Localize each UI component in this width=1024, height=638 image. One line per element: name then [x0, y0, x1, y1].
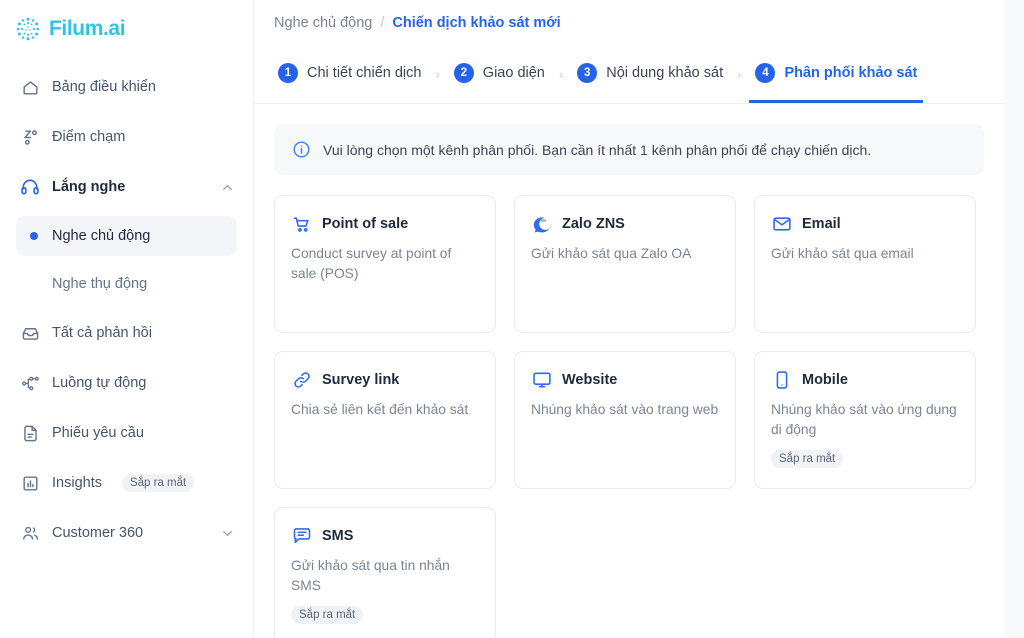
status-badge: Sắp ra mắt	[291, 606, 364, 624]
channel-title: Website	[562, 372, 618, 388]
breadcrumb-parent[interactable]: Nghe chủ động	[274, 15, 372, 31]
channel-card-sms[interactable]: SMS Gửi khảo sát qua tin nhắn SMS Sắp ra…	[274, 507, 496, 638]
sidebar-nav: Bảng điều khiển Điểm chạm Lắng nghe Nghe…	[0, 58, 253, 554]
channel-description: Conduct survey at point of sale (POS)	[291, 246, 452, 281]
sidebar-subitem-label: Nghe thụ động	[52, 276, 148, 292]
step-number: 1	[278, 63, 298, 83]
channel-card-email[interactable]: Email Gửi khảo sát qua email	[754, 195, 976, 333]
sidebar-item-label: Bảng điều khiển	[52, 79, 156, 95]
channel-card-point-of-sale[interactable]: Point of sale Conduct survey at point of…	[274, 195, 496, 333]
logo-text: Filum.ai	[49, 17, 126, 40]
step-4-survey-distribution[interactable]: 4 Phân phối khảo sát	[749, 46, 924, 103]
chart-icon	[20, 473, 40, 493]
channel-description: Nhúng khảo sát vào trang web	[531, 402, 719, 417]
step-number: 4	[755, 63, 776, 83]
channel-title: Email	[802, 216, 841, 232]
shopping-cart-icon	[291, 213, 313, 235]
logo[interactable]: Filum.ai	[0, 0, 253, 58]
sidebar-item-tickets[interactable]: Phiếu yêu cầu	[8, 412, 245, 454]
breadcrumb: Nghe chủ động / Chiến dịch khảo sát mới	[254, 0, 1004, 46]
sidebar-item-label: Customer 360	[52, 525, 144, 541]
smartphone-icon	[771, 369, 793, 391]
sidebar-item-listening[interactable]: Lắng nghe	[8, 166, 245, 208]
active-dot-icon	[30, 232, 38, 240]
sidebar-item-insights[interactable]: Insights Sắp ra mắt	[8, 462, 245, 504]
channel-card-grid: Point of sale Conduct survey at point of…	[274, 195, 984, 638]
topbar: Nghe chủ động / Chiến dịch khảo sát mới …	[254, 0, 1004, 104]
inactive-dot-icon	[30, 280, 38, 288]
workflow-icon	[20, 373, 40, 393]
step-number: 3	[577, 63, 598, 83]
sidebar-item-customer360[interactable]: Customer 360	[8, 512, 245, 554]
channel-description: Gửi khảo sát qua tin nhắn SMS	[291, 558, 450, 593]
step-label: Chi tiết chiến dịch	[307, 65, 422, 81]
info-banner: Vui lòng chọn một kênh phân phối. Bạn cầ…	[274, 124, 984, 175]
sidebar-item-label: Luồng tự động	[52, 375, 147, 391]
breadcrumb-current: Chiến dịch khảo sát mới	[392, 15, 561, 31]
channel-card-zalo-zns[interactable]: Zalo Zalo ZNS Gửi khảo sát qua Zalo OA	[514, 195, 736, 333]
filum-logo-icon	[14, 15, 42, 43]
sidebar-item-dashboard[interactable]: Bảng điều khiển	[8, 66, 245, 108]
message-icon	[291, 525, 313, 547]
sidebar-item-label: Lắng nghe	[52, 179, 126, 195]
sidebar: Filum.ai Bảng điều khiển Điểm chạm Lắng	[0, 0, 254, 638]
sidebar-subitem-label: Nghe chủ động	[52, 228, 151, 244]
channel-title: Survey link	[322, 372, 400, 388]
zalo-icon: Zalo	[531, 213, 553, 235]
home-icon	[20, 77, 40, 97]
channel-description: Chia sẻ liên kết đến khảo sát	[291, 402, 469, 417]
touchpoint-icon	[20, 127, 40, 147]
sidebar-item-passive-listening[interactable]: Nghe thụ động	[16, 264, 237, 304]
channel-description: Gửi khảo sát qua Zalo OA	[531, 246, 692, 261]
chevron-down-icon[interactable]	[220, 526, 235, 541]
channel-card-survey-link[interactable]: Survey link Chia sẻ liên kết đến khảo sá…	[274, 351, 496, 489]
channel-title: SMS	[322, 528, 354, 544]
channel-card-website[interactable]: Website Nhúng khảo sát vào trang web	[514, 351, 736, 489]
sidebar-item-touchpoints[interactable]: Điểm chạm	[8, 116, 245, 158]
info-icon	[292, 140, 311, 159]
step-separator-icon: ›	[435, 67, 440, 82]
app-root: Filum.ai Bảng điều khiển Điểm chạm Lắng	[0, 0, 1024, 638]
channel-title: Zalo ZNS	[562, 216, 625, 232]
sidebar-item-automation[interactable]: Luồng tự động	[8, 362, 245, 404]
channel-description: Gửi khảo sát qua email	[771, 246, 914, 261]
sidebar-item-all-feedback[interactable]: Tất cả phản hồi	[8, 312, 245, 354]
step-separator-icon: ›	[558, 67, 564, 82]
step-number: 2	[453, 63, 474, 83]
step-label: Nội dung khảo sát	[606, 65, 724, 81]
main-content: Nghe chủ động / Chiến dịch khảo sát mới …	[254, 0, 1024, 638]
step-3-survey-content[interactable]: 3 Nội dung khảo sát	[571, 46, 729, 103]
channel-description: Nhúng khảo sát vào ứng dụng di động	[771, 402, 957, 437]
stepper: 1 Chi tiết chiến dịch › 2 Giao diện › 3 …	[254, 46, 1004, 104]
headphones-icon	[20, 177, 40, 197]
step-label: Phân phối khảo sát	[784, 65, 918, 81]
info-banner-text: Vui lòng chọn một kênh phân phối. Bạn cầ…	[323, 141, 872, 158]
sidebar-subnav: Nghe chủ động Nghe thụ động	[8, 216, 245, 304]
channel-title: Point of sale	[322, 216, 409, 232]
ticket-icon	[20, 423, 40, 443]
sidebar-item-label: Phiếu yêu cầu	[52, 425, 144, 441]
step-1-campaign-details[interactable]: 1 Chi tiết chiến dịch	[272, 46, 427, 103]
status-badge: Sắp ra mắt	[121, 474, 195, 492]
step-2-appearance[interactable]: 2 Giao diện	[448, 46, 551, 103]
envelope-icon	[771, 213, 793, 235]
sidebar-item-active-listening[interactable]: Nghe chủ động	[16, 216, 237, 256]
users-icon	[20, 523, 40, 543]
breadcrumb-separator: /	[380, 15, 385, 31]
chevron-up-icon[interactable]	[220, 180, 235, 195]
step-separator-icon: ›	[737, 67, 742, 82]
sidebar-item-label: Insights	[52, 475, 102, 491]
distribution-panel: Vui lòng chọn một kênh phân phối. Bạn cầ…	[254, 104, 1004, 638]
inbox-icon	[20, 323, 40, 343]
status-badge: Sắp ra mắt	[771, 450, 844, 468]
svg-text:Zalo: Zalo	[538, 218, 546, 222]
step-label: Giao diện	[482, 65, 545, 81]
sidebar-item-label: Tất cả phản hồi	[52, 325, 152, 341]
channel-title: Mobile	[802, 372, 848, 388]
monitor-icon	[531, 369, 553, 391]
sidebar-item-label: Điểm chạm	[52, 129, 126, 145]
link-icon	[291, 369, 313, 391]
channel-card-mobile[interactable]: Mobile Nhúng khảo sát vào ứng dụng di độ…	[754, 351, 976, 489]
